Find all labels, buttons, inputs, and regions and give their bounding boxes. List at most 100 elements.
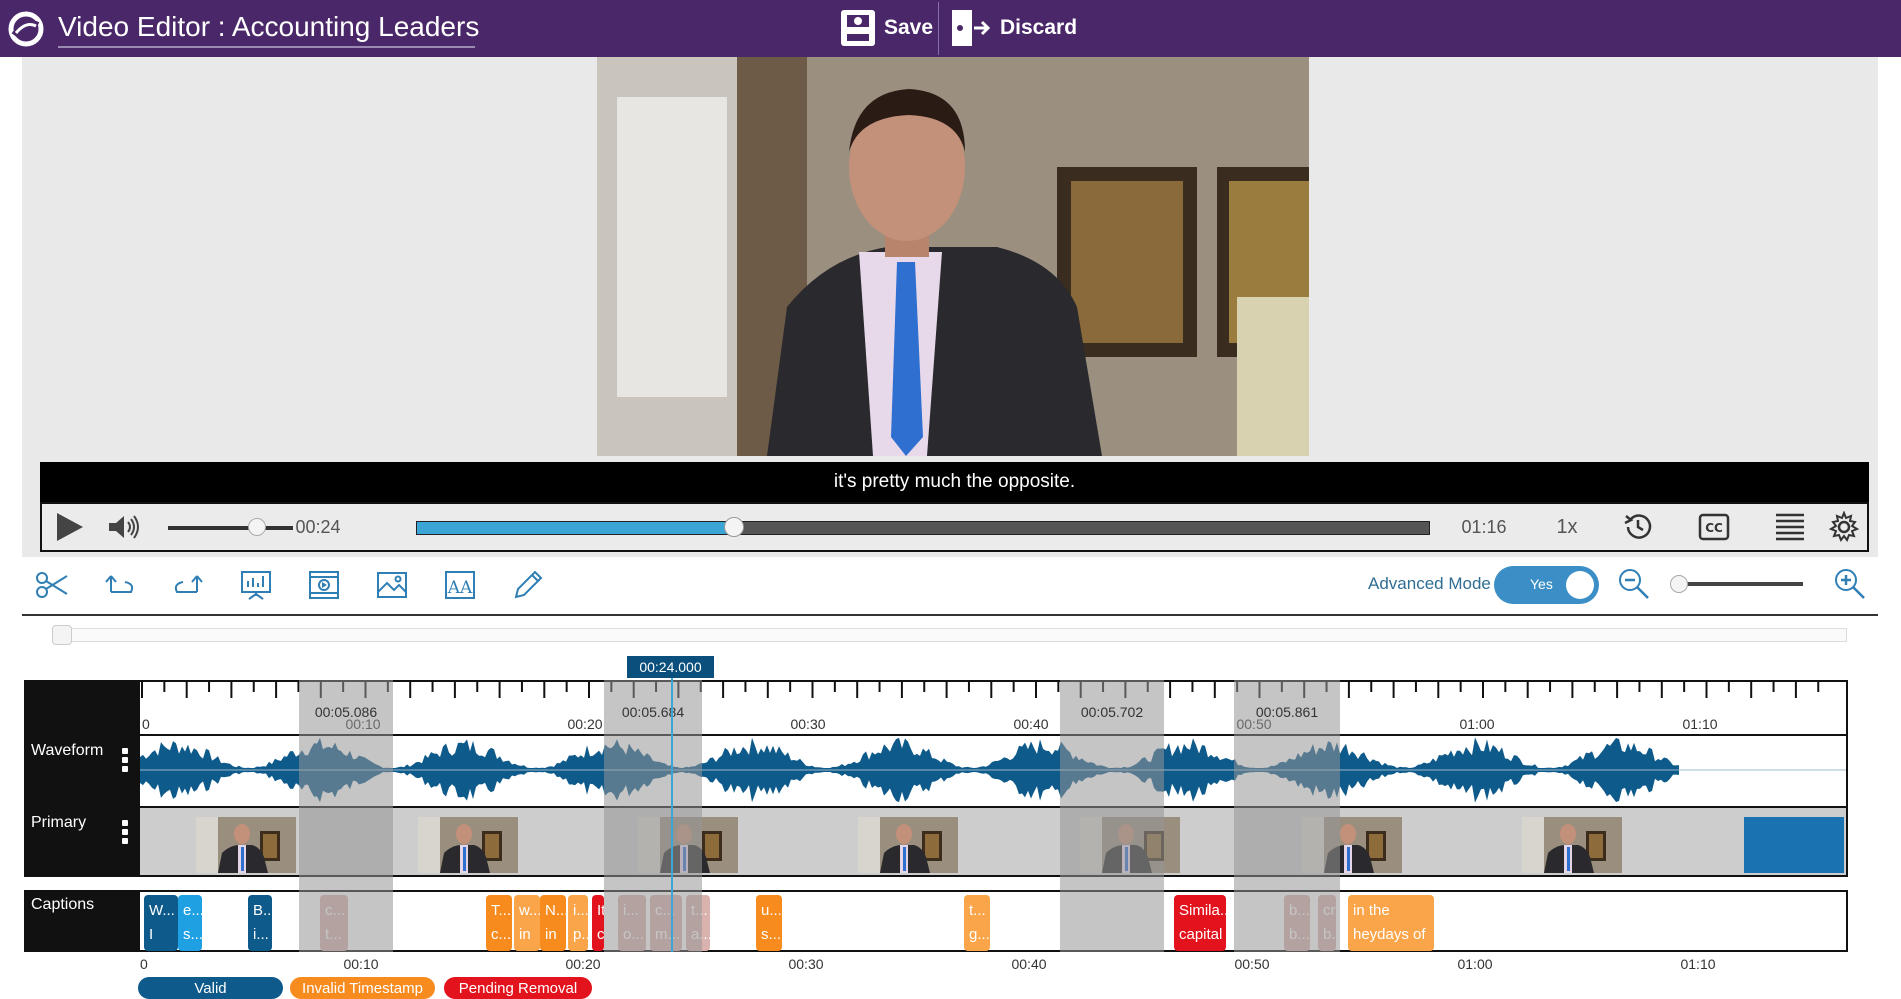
caption-block[interactable]: cr... b... — [1318, 895, 1336, 951]
caption-block[interactable]: c... m... — [650, 895, 682, 951]
save-button[interactable]: Save — [840, 6, 933, 50]
presentation-icon — [241, 571, 271, 600]
volume-slider-handle[interactable] — [248, 518, 266, 536]
timeline-scrollbar[interactable] — [52, 628, 1847, 642]
play-button[interactable] — [50, 504, 90, 550]
caption-block[interactable]: in the heydays of — [1348, 895, 1434, 951]
bottom-time-axis: 0 00:10 00:20 00:30 00:40 00:50 01:00 01:10 — [138, 952, 1848, 972]
seek-bar[interactable] — [416, 521, 1430, 535]
cut-button[interactable] — [32, 565, 72, 605]
caption-block[interactable]: b... b... — [1284, 895, 1310, 951]
caption-line-2: t... — [325, 926, 342, 943]
caption-line-2: g... — [969, 926, 990, 943]
primary-clip-thumbnail[interactable] — [1522, 817, 1622, 873]
advanced-mode-toggle[interactable]: Yes — [1494, 566, 1599, 604]
timeline-scroll-handle[interactable] — [52, 625, 72, 645]
caption-line-2: s... — [183, 926, 202, 943]
caption-line-1: c... — [325, 902, 346, 919]
caption-line-2: a... — [691, 926, 710, 943]
bottom-axis-label: 01:10 — [1680, 956, 1716, 972]
caption-line-1: It's — [597, 902, 604, 919]
ruler-tick-label: 00:30 — [790, 716, 826, 732]
add-text-button[interactable]: AA — [440, 565, 480, 605]
zoom-slider-track[interactable] — [1678, 582, 1803, 586]
primary-clip-thumbnail[interactable] — [1080, 817, 1180, 873]
scissors-icon — [36, 572, 68, 598]
caption-line-2: c... — [491, 926, 512, 943]
editing-toolbar: AA — [22, 557, 1878, 617]
toolbar-divider — [22, 614, 1878, 616]
bottom-axis-label: 00:50 — [1234, 956, 1270, 972]
primary-clip-thumbnail[interactable] — [196, 817, 296, 873]
waveform-label: Waveform — [31, 742, 104, 759]
caption-line-2: b... — [1323, 926, 1336, 943]
zoom-in-button[interactable] — [1830, 564, 1870, 604]
volume-icon — [109, 515, 139, 539]
volume-slider-track[interactable] — [168, 526, 293, 530]
captions-track[interactable]: W...Ie...s... B...i... c... t... T...c...w..… — [138, 890, 1848, 952]
image-icon — [377, 572, 407, 598]
caption-block[interactable]: c... t... — [320, 895, 348, 951]
primary-end-slide-thumbnail[interactable] — [1744, 817, 1844, 873]
caption-block[interactable]: t... g... — [964, 895, 990, 951]
zoom-out-button[interactable] — [1614, 564, 1654, 604]
caption-block[interactable]: i... p... — [568, 895, 588, 951]
undo-icon — [105, 575, 134, 593]
captions-label: Captions — [31, 896, 95, 913]
legend-valid: Valid — [138, 977, 283, 999]
caption-line-2: s... — [761, 926, 782, 943]
primary-track-label: Primary — [24, 808, 138, 877]
add-image-button[interactable] — [372, 565, 412, 605]
caption-block[interactable]: T... c... — [486, 895, 512, 951]
seek-handle[interactable] — [724, 517, 744, 537]
playhead-line[interactable] — [671, 678, 673, 952]
settings-button[interactable] — [1824, 504, 1864, 550]
undo-button[interactable] — [100, 565, 140, 605]
caption-line-2: p... — [573, 926, 588, 943]
mute-button[interactable] — [104, 504, 144, 550]
caption-block[interactable]: N... in — [540, 895, 566, 951]
time-ruler[interactable]: 0 00:10 00:20 00:30 00:40 00:50 01:00 01:10 — [138, 680, 1848, 736]
primary-clip-thumbnail[interactable] — [1302, 817, 1402, 873]
video-frame[interactable] — [597, 57, 1309, 456]
waveform-track[interactable] — [138, 736, 1848, 808]
primary-track[interactable] — [138, 808, 1848, 877]
caption-block[interactable]: u... s... — [756, 895, 782, 951]
caption-block[interactable]: t... a... — [686, 895, 710, 951]
transcript-list-button[interactable] — [1770, 504, 1810, 550]
caption-block[interactable]: e... s... — [178, 895, 202, 951]
playback-speed-button[interactable]: 1x — [1547, 504, 1587, 550]
caption-block[interactable]: i... o... — [618, 895, 646, 951]
add-presentation-button[interactable] — [236, 565, 276, 605]
caption-block[interactable]: Simila... capital — [1174, 895, 1226, 951]
timeline: 0 00:10 00:20 00:30 00:40 00:50 01:00 01:10 Wav… — [24, 680, 1848, 952]
primary-clip-thumbnail[interactable] — [418, 817, 518, 873]
history-icon — [1624, 514, 1652, 539]
caption-line-1: i... — [623, 902, 639, 919]
edit-button[interactable] — [508, 565, 548, 605]
text-icon: AA — [445, 571, 475, 599]
primary-menu-icon[interactable] — [122, 820, 128, 847]
primary-clip-thumbnail[interactable] — [858, 817, 958, 873]
seek-bar-progress — [417, 522, 731, 534]
discard-button[interactable]: Discard — [950, 6, 1077, 50]
bottom-axis-label: 00:20 — [565, 956, 601, 972]
caption-line-1: t... — [691, 902, 708, 919]
zoom-slider-handle[interactable] — [1670, 575, 1688, 593]
discard-label: Discard — [1000, 16, 1078, 39]
redo-button[interactable] — [168, 565, 208, 605]
video-editor-app: Video Editor : Accounting Leaders Save D… — [0, 0, 1901, 999]
caption-block[interactable]: w... in — [514, 895, 540, 951]
playhead-time-label[interactable]: 00:24.000 — [627, 656, 714, 678]
primary-clip-thumbnail[interactable] — [638, 817, 738, 873]
waveform-menu-icon[interactable] — [122, 748, 128, 775]
caption-block[interactable]: W... I — [144, 895, 178, 951]
ruler-tick-label: 0 — [142, 716, 150, 732]
toggle-knob — [1566, 571, 1594, 599]
svg-text:AA: AA — [447, 578, 473, 598]
caption-block[interactable]: It's c — [592, 895, 604, 951]
caption-block[interactable]: B... i... — [248, 895, 272, 951]
add-video-button[interactable] — [304, 565, 344, 605]
closed-captions-button[interactable]: CC — [1694, 504, 1734, 550]
history-button[interactable] — [1618, 504, 1658, 550]
